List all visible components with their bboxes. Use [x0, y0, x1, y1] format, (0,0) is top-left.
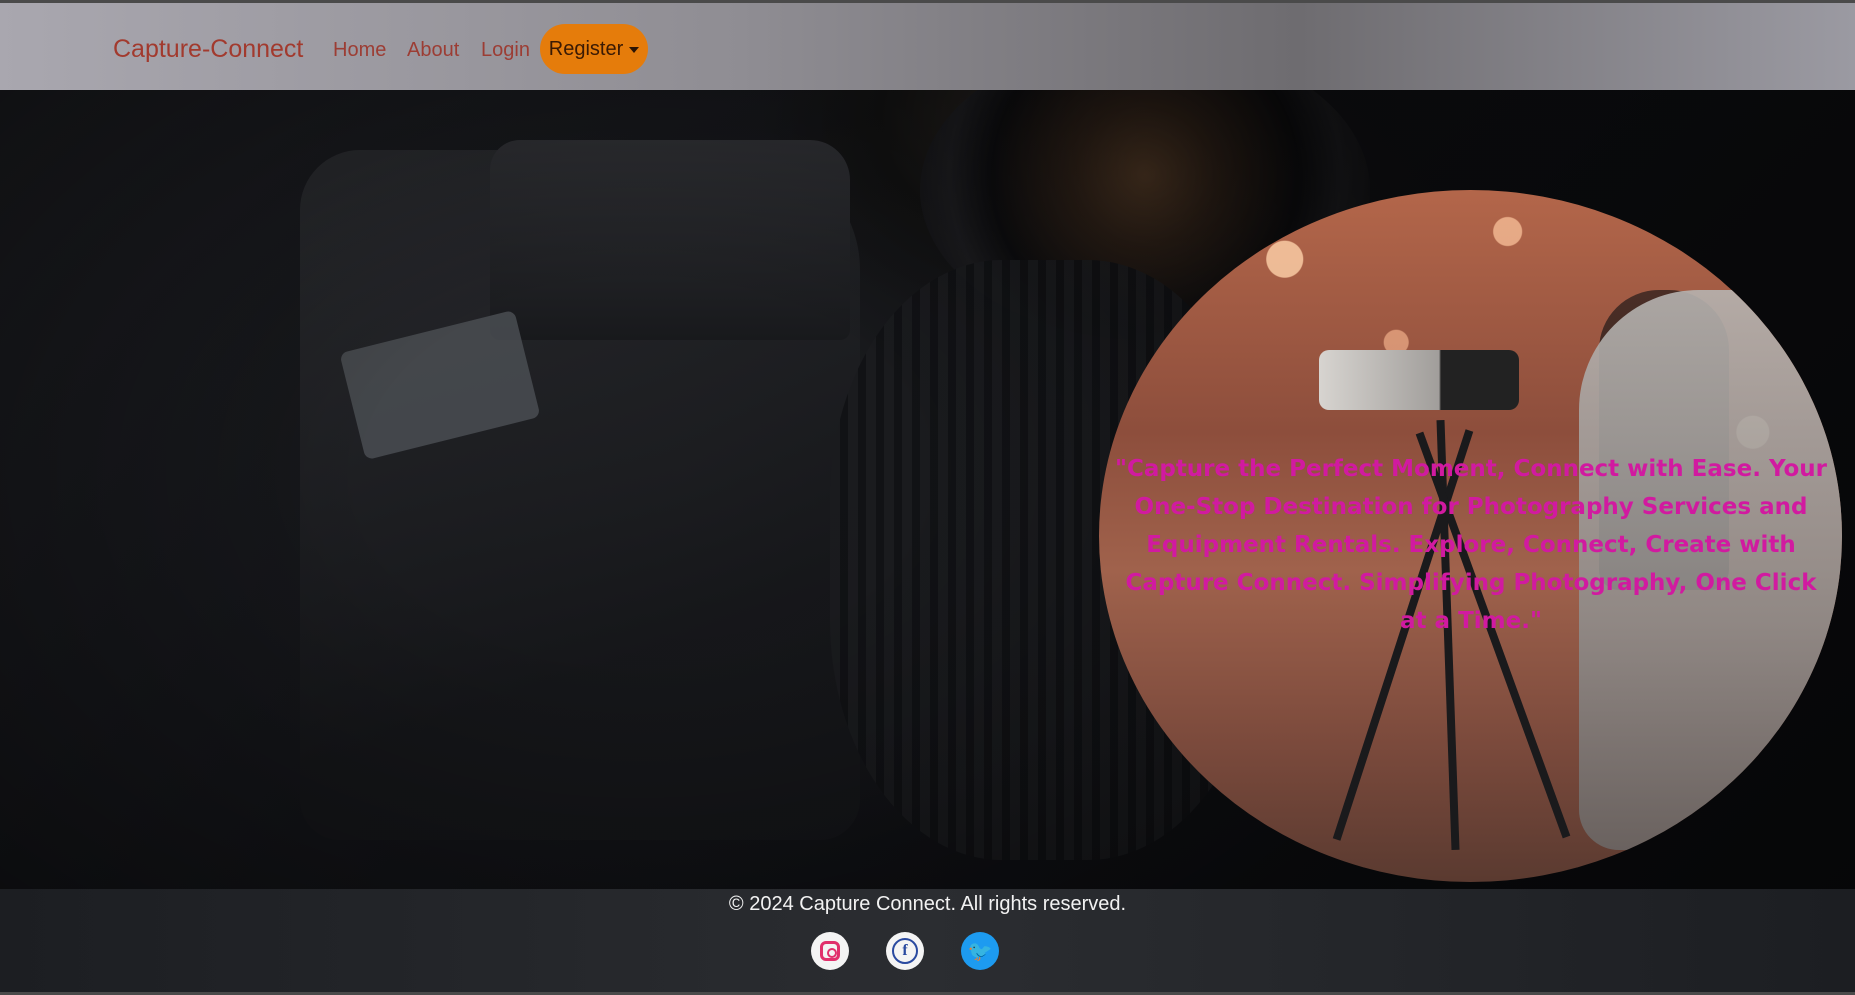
- instagram-icon: [820, 941, 840, 961]
- register-dropdown-button[interactable]: Register: [540, 24, 648, 74]
- tripod-camera: [1319, 350, 1519, 410]
- footer-copyright: © 2024 Capture Connect. All rights reser…: [728, 893, 1127, 915]
- register-label: Register: [548, 37, 624, 60]
- hero-tagline: "Capture the Perfect Moment, Connect wit…: [1114, 456, 1828, 634]
- instagram-link[interactable]: [811, 932, 849, 970]
- navbar: Capture-Connect Home About Login Registe…: [0, 0, 1855, 90]
- caret-down-icon: [629, 46, 640, 53]
- twitter-link[interactable]: 🐦: [961, 932, 999, 970]
- nav-home-link[interactable]: Home: [333, 39, 386, 62]
- brand-logo[interactable]: Capture-Connect: [113, 35, 303, 64]
- facebook-link[interactable]: f: [886, 932, 924, 970]
- nav-login-link[interactable]: Login: [481, 39, 530, 62]
- twitter-icon: 🐦: [967, 939, 993, 963]
- facebook-icon: f: [892, 938, 918, 964]
- footer: © 2024 Capture Connect. All rights reser…: [0, 889, 1855, 995]
- nav-about-link[interactable]: About: [407, 39, 459, 62]
